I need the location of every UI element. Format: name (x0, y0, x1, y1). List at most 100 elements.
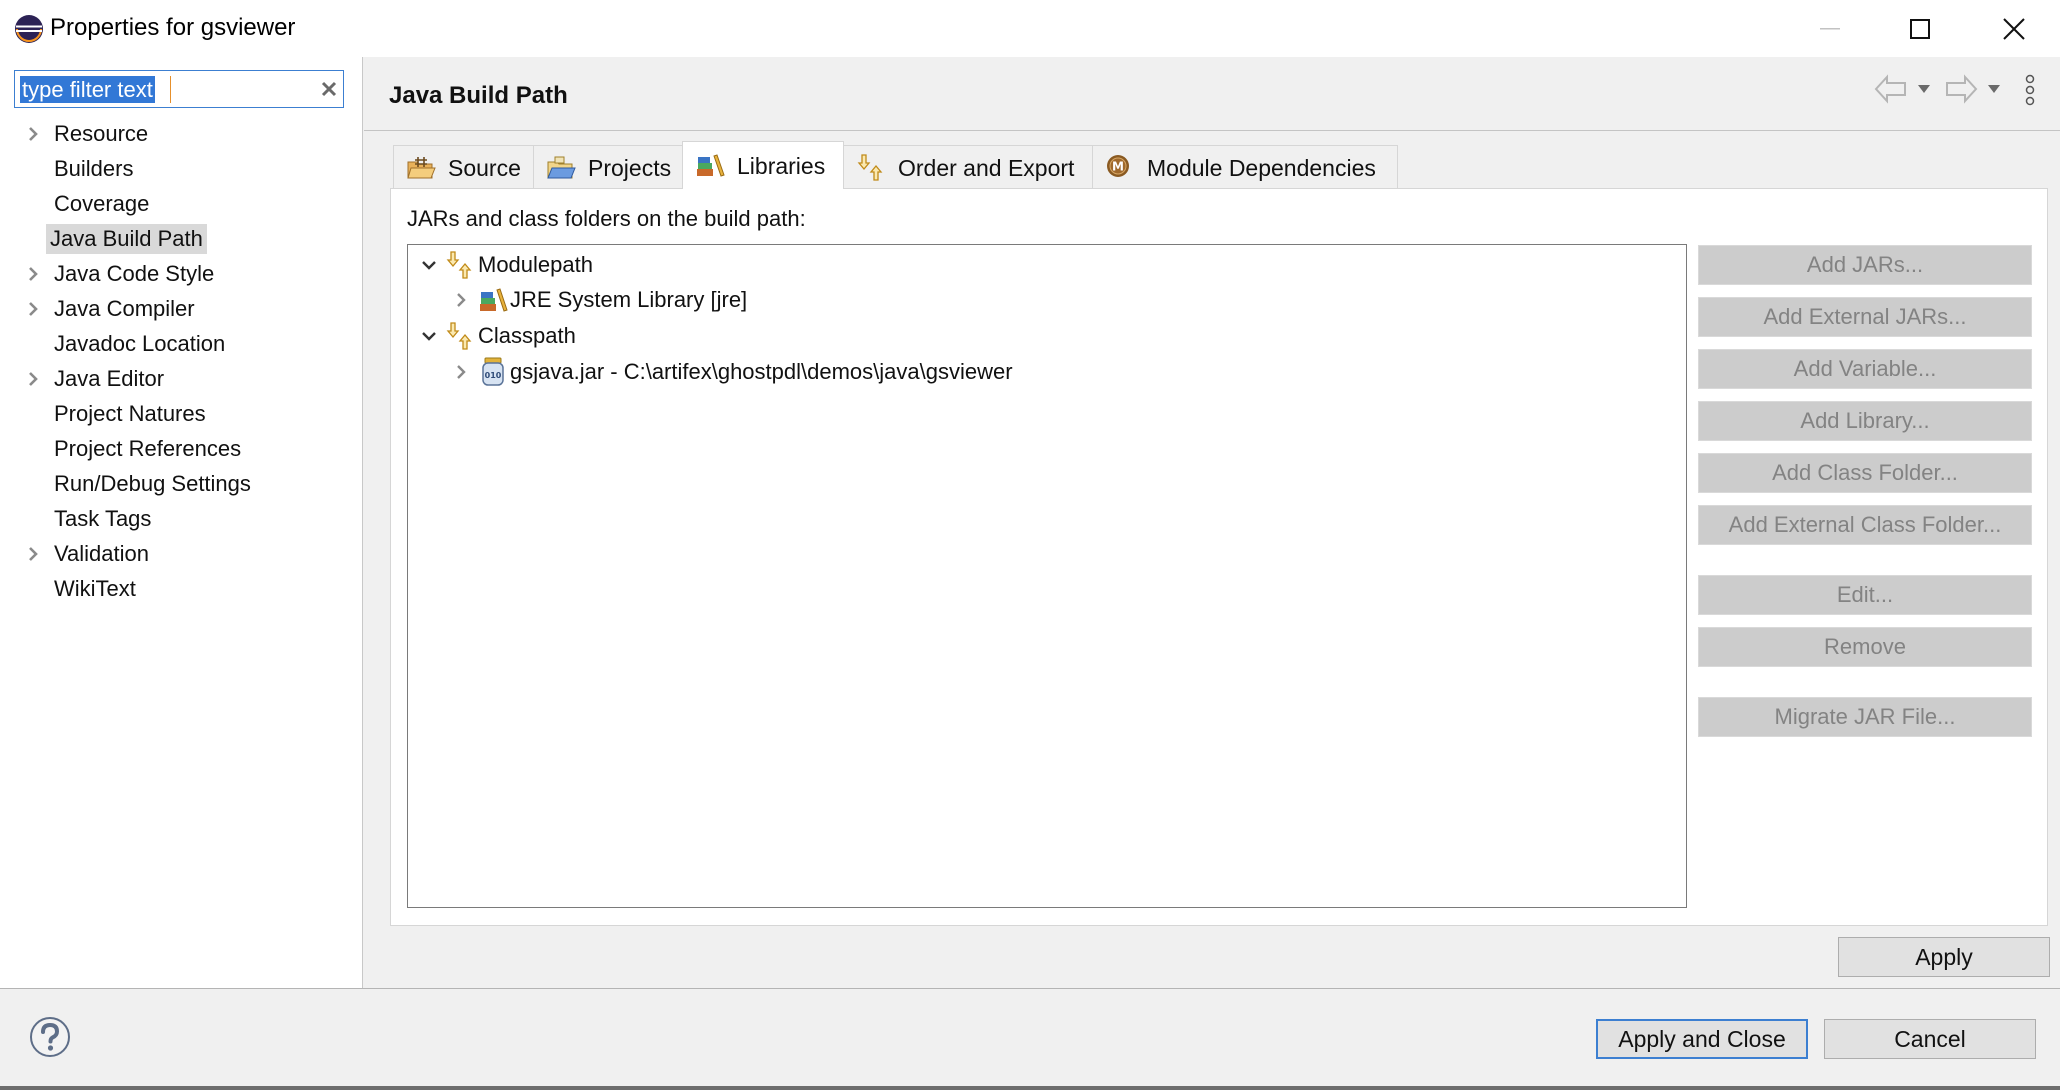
chevron-down-icon[interactable] (420, 256, 438, 274)
path-arrows-icon (446, 322, 472, 350)
add-jars-button[interactable]: Add JARs... (1698, 245, 2032, 285)
sidebar-item-label: Project References (54, 436, 242, 461)
text-caret (170, 76, 171, 103)
filter-input[interactable]: type filter text (14, 70, 344, 108)
chevron-right-icon[interactable] (452, 363, 470, 381)
source-folder-icon (407, 156, 436, 178)
chevron-right-icon[interactable] (452, 291, 470, 309)
svg-text:010: 010 (485, 371, 502, 380)
jar-file-icon: 010 (482, 357, 504, 386)
maximize-button[interactable] (1886, 0, 1954, 57)
tab-source[interactable]: Source (393, 145, 534, 189)
sidebar-item-java-code-style[interactable]: Java Code Style (0, 257, 363, 292)
sidebar-item-wikitext[interactable]: WikiText (0, 572, 363, 607)
window-bottom-edge (0, 1086, 2060, 1090)
minimize-button[interactable] (1796, 0, 1864, 57)
sidebar-item-label: Java Compiler (54, 296, 195, 321)
tab-libraries[interactable]: Libraries (682, 141, 844, 189)
tab-label: Module Dependencies (1147, 154, 1376, 181)
sidebar-item-label: Task Tags (54, 506, 152, 531)
forward-arrow-icon[interactable] (1944, 74, 1978, 104)
tab-label: Projects (588, 154, 672, 181)
close-window-button[interactable] (1980, 0, 2048, 57)
sidebar-item-java-build-path[interactable]: Java Build Path (0, 222, 363, 257)
chevron-down-icon[interactable] (420, 327, 438, 345)
sidebar-item-label: Java Code Style (54, 261, 215, 286)
tree-caption: JARs and class folders on the build path… (407, 206, 806, 231)
add-external-class-folder-button[interactable]: Add External Class Folder... (1698, 505, 2032, 545)
window-title: Properties for gsviewer (50, 14, 296, 41)
eclipse-logo-icon (15, 15, 43, 43)
sidebar-item-label: Builders (54, 156, 134, 181)
chevron-right-icon[interactable] (24, 125, 42, 143)
back-history-dropdown-icon[interactable] (1917, 84, 1931, 94)
path-arrows-icon (446, 251, 472, 279)
chevron-right-icon[interactable] (24, 370, 42, 388)
header-divider (364, 130, 2060, 131)
projects-folder-icon (547, 156, 576, 178)
tree-node-classpath[interactable]: Classpath (420, 319, 576, 353)
migrate-jar-file-button[interactable]: Migrate JAR File... (1698, 697, 2032, 737)
preference-sidebar: type filter text Resource Builders Coverag… (0, 57, 363, 988)
order-export-arrows-icon (857, 153, 883, 181)
build-path-tree[interactable]: Modulepath JRE System Library [jre] Clas… (407, 244, 1687, 908)
sidebar-item-builders[interactable]: Builders (0, 152, 363, 187)
tree-node-label: JRE System Library [jre] (510, 287, 748, 312)
sidebar-item-project-natures[interactable]: Project Natures (0, 397, 363, 432)
svg-text:M: M (1112, 159, 1124, 173)
tab-label: Libraries (737, 152, 826, 179)
apply-and-close-button[interactable]: Apply and Close (1596, 1019, 1808, 1059)
tree-node-gsjava-jar[interactable]: 010 gsjava.jar - C:\artifex\ghostpdl\dem… (452, 355, 1013, 389)
add-class-folder-button[interactable]: Add Class Folder... (1698, 453, 2032, 493)
add-variable-button[interactable]: Add Variable... (1698, 349, 2032, 389)
tab-label: Order and Export (898, 154, 1075, 181)
sidebar-item-label: Coverage (54, 191, 150, 216)
cancel-button[interactable]: Cancel (1824, 1019, 2036, 1059)
add-library-button[interactable]: Add Library... (1698, 401, 2032, 441)
sidebar-item-java-editor[interactable]: Java Editor (0, 362, 363, 397)
tree-node-label: Modulepath (478, 252, 593, 277)
tab-module-dependencies[interactable]: M Module Dependencies (1092, 145, 1398, 189)
sidebar-item-java-compiler[interactable]: Java Compiler (0, 292, 363, 327)
sidebar-item-javadoc-location[interactable]: Javadoc Location (0, 327, 363, 362)
chevron-right-icon[interactable] (24, 265, 42, 283)
close-icon (2003, 17, 2025, 40)
tree-node-jre-system-library[interactable]: JRE System Library [jre] (452, 283, 747, 317)
libraries-books-icon (697, 153, 725, 177)
tree-node-modulepath[interactable]: Modulepath (420, 248, 593, 282)
sidebar-item-label: Resource (54, 121, 149, 146)
edit-button[interactable]: Edit... (1698, 575, 2032, 615)
forward-history-dropdown-icon[interactable] (1987, 84, 2001, 94)
filter-input-text[interactable]: type filter text (20, 76, 155, 103)
apply-button[interactable]: Apply (1838, 937, 2050, 977)
title-bar: Properties for gsviewer (0, 0, 2060, 57)
back-arrow-icon[interactable] (1874, 74, 1908, 104)
chevron-right-icon[interactable] (24, 545, 42, 563)
footer-divider (0, 988, 2060, 989)
clear-filter-button[interactable] (315, 75, 343, 103)
add-external-jars-button[interactable]: Add External JARs... (1698, 297, 2032, 337)
sidebar-item-label: Javadoc Location (54, 331, 226, 356)
sidebar-item-validation[interactable]: Validation (0, 537, 363, 572)
sidebar-item-label: WikiText (54, 576, 136, 601)
minimize-icon (1820, 27, 1840, 29)
tab-label: Source (448, 154, 521, 181)
page-title: Java Build Path (389, 82, 568, 109)
sidebar-item-resource[interactable]: Resource (0, 117, 363, 152)
sidebar-item-project-references[interactable]: Project References (0, 432, 363, 467)
sidebar-item-label: Run/Debug Settings (54, 471, 251, 496)
sidebar-item-label: Validation (54, 541, 149, 566)
more-vertical-icon[interactable] (2023, 74, 2037, 106)
help-icon[interactable] (29, 1016, 71, 1058)
sidebar-item-task-tags[interactable]: Task Tags (0, 502, 363, 537)
remove-button[interactable]: Remove (1698, 627, 2032, 667)
maximize-icon (1910, 18, 1930, 39)
tree-node-label: Classpath (478, 323, 576, 348)
sidebar-item-coverage[interactable]: Coverage (0, 187, 363, 222)
clear-x-icon (321, 81, 337, 97)
tab-projects[interactable]: Projects (533, 145, 683, 189)
sidebar-item-run-debug-settings[interactable]: Run/Debug Settings (0, 467, 363, 502)
tree-node-label: gsjava.jar - C:\artifex\ghostpdl\demos\j… (510, 359, 1013, 384)
tab-order-and-export[interactable]: Order and Export (843, 145, 1093, 189)
chevron-right-icon[interactable] (24, 300, 42, 318)
